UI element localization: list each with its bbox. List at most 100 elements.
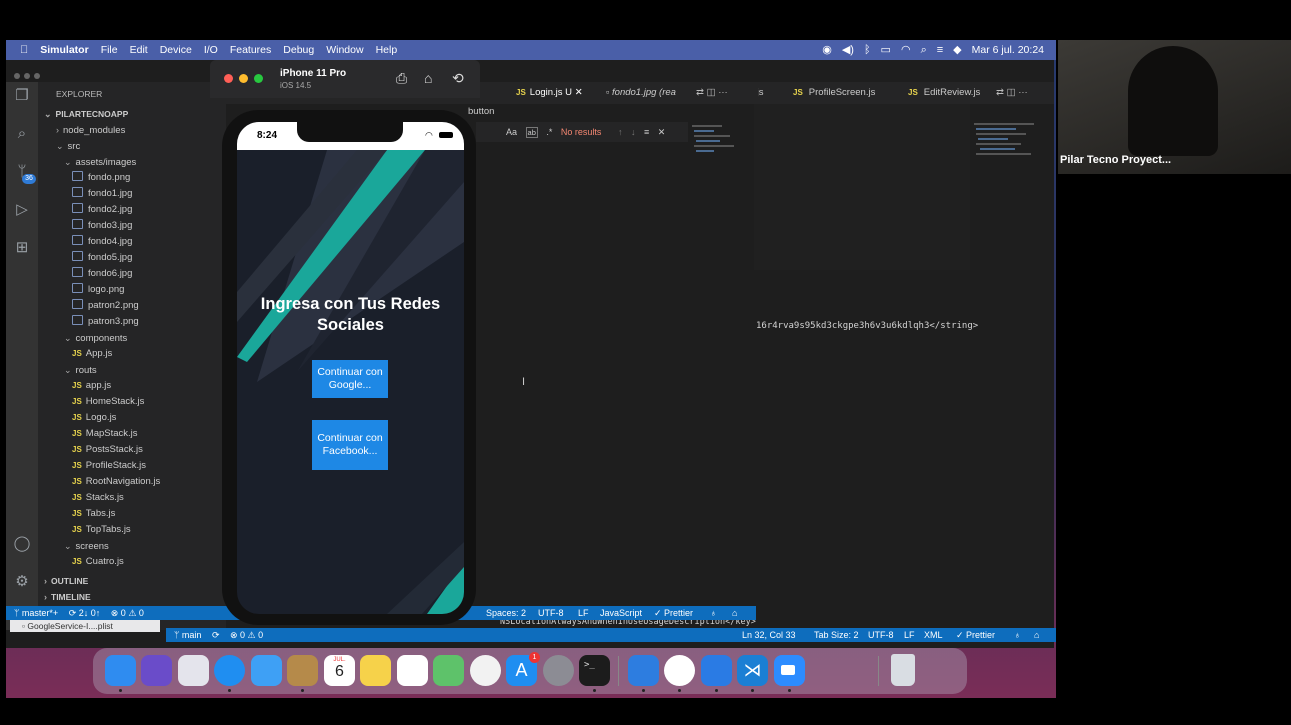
minimize-window-button[interactable]	[239, 74, 248, 83]
maps-icon[interactable]	[433, 655, 464, 686]
notes-icon[interactable]	[360, 655, 391, 686]
tab-profilescreen[interactable]: JS ProfileScreen.js	[793, 82, 875, 104]
zoom-window-button[interactable]	[254, 74, 263, 83]
simulator-icon[interactable]	[701, 655, 732, 686]
safari-icon[interactable]	[214, 655, 245, 686]
menu-item-help[interactable]: Help	[376, 44, 398, 56]
explorer-item[interactable]: JS PostsStack.js	[72, 442, 143, 458]
cursor-position[interactable]: Ln 32, Col 33	[742, 628, 796, 642]
screenshot-icon[interactable]: ⎙	[396, 70, 407, 87]
search-icon[interactable]: ⌕	[12, 124, 32, 144]
problems-status-back[interactable]: ⊗ 0 ⚠ 0	[230, 630, 263, 640]
menu-app-name[interactable]: Simulator	[40, 44, 88, 56]
prettier-status-back[interactable]: ✓ Prettier	[956, 628, 995, 642]
front-editor-area[interactable]	[482, 144, 688, 604]
menu-item-debug[interactable]: Debug	[283, 44, 314, 56]
explorer-item[interactable]: JS TopTabs.js	[72, 522, 131, 538]
explorer-item[interactable]: JS app.js	[72, 378, 111, 394]
explorer-item[interactable]: JS App.js	[72, 346, 112, 362]
menu-item-device[interactable]: Device	[160, 44, 192, 56]
chrome-icon[interactable]	[664, 655, 695, 686]
facebook-login-button[interactable]: Continuar con Facebook...	[312, 420, 388, 470]
spotlight-search-icon[interactable]: ⌕	[921, 44, 927, 56]
trash-icon[interactable]	[891, 654, 915, 686]
explorer-item[interactable]: ⌄ screens	[64, 538, 109, 554]
google-login-button[interactable]: Continuar con Google...	[312, 360, 388, 398]
eol-status[interactable]: LF	[578, 606, 589, 620]
minimap[interactable]	[970, 120, 1054, 280]
run-debug-icon[interactable]: ▷	[12, 200, 32, 220]
volume-icon[interactable]: ◀)	[842, 44, 854, 56]
tab-login[interactable]: JS Login.js U ✕	[516, 82, 583, 104]
front-minimap[interactable]	[690, 122, 750, 238]
breadcrumb[interactable]: button	[468, 106, 494, 117]
explorer-item[interactable]: JS Logo.js	[72, 410, 116, 426]
explorer-item[interactable]: JS RootNavigation.js	[72, 474, 160, 490]
explorer-item[interactable]: ⌄ src	[56, 138, 80, 154]
wifi-icon[interactable]: ◠	[901, 44, 911, 56]
close-icon[interactable]: ✕	[575, 87, 583, 98]
bell-icon[interactable]: ⌂	[1034, 628, 1039, 642]
terminal-icon[interactable]: >_	[579, 655, 610, 686]
menu-clock[interactable]: Mar 6 jul. 20:24	[972, 44, 1044, 56]
find-in-selection-icon[interactable]: ≡	[644, 127, 649, 137]
photos-icon[interactable]	[470, 655, 501, 686]
close-find-icon[interactable]: ✕	[658, 127, 666, 137]
apple-icon[interactable]: 	[20, 44, 28, 56]
explorer-item[interactable]: patron3.png	[72, 314, 139, 330]
home-icon[interactable]: ⌂	[424, 70, 432, 86]
regex-toggle[interactable]: .*	[546, 127, 552, 137]
explorer-item[interactable]: JS Cuatro.js	[72, 554, 124, 570]
eol-status-back[interactable]: LF	[904, 628, 915, 642]
explorer-item[interactable]: fondo.png	[72, 170, 130, 186]
prettier-status[interactable]: ✓ Prettier	[654, 606, 693, 620]
siri-icon[interactable]	[141, 655, 172, 686]
vscode-icon[interactable]: ⋊	[737, 655, 768, 686]
encoding-status[interactable]: UTF-8	[538, 606, 564, 620]
settings-gear-icon[interactable]: ⚙	[12, 572, 32, 592]
reminders-icon[interactable]	[397, 655, 428, 686]
menu-item-window[interactable]: Window	[326, 44, 363, 56]
explorer-item[interactable]: JS HomeStack.js	[72, 394, 144, 410]
find-widget[interactable]: Aa ab .* No results ↑ ↓ ≡ ✕	[476, 122, 688, 142]
tab-fondo1[interactable]: ▫ fondo1.jpg (rea	[606, 82, 676, 104]
mail-icon[interactable]	[251, 655, 282, 686]
branch-status-back[interactable]: ᛘ main	[174, 630, 201, 640]
launchpad-icon[interactable]	[178, 655, 209, 686]
explorer-item[interactable]: logo.png	[72, 282, 124, 298]
app-store-icon[interactable]: 1A	[506, 652, 540, 686]
contacts-icon[interactable]	[287, 655, 318, 686]
explorer-item[interactable]: JS Tabs.js	[72, 506, 115, 522]
feedback-icon-back[interactable]: ♁	[1014, 628, 1021, 642]
explorer-item[interactable]: JS Stacks.js	[72, 490, 124, 506]
language-status[interactable]: JavaScript	[600, 606, 642, 620]
zoom-icon[interactable]	[774, 655, 805, 686]
explorer-item[interactable]: › node_modules	[56, 122, 125, 138]
split-editor-icon[interactable]: ◫	[707, 87, 716, 98]
feedback-icon[interactable]: ♁	[710, 606, 717, 620]
explorer-item[interactable]: fondo3.jpg	[72, 218, 132, 234]
match-case-toggle[interactable]: Aa	[506, 127, 517, 137]
explorer-item[interactable]: ⌄ components	[64, 330, 127, 346]
iphone-screen[interactable]: 8:24 ◠ Ingresa con Tus Redes Sociales Co…	[237, 122, 464, 614]
more-icon[interactable]: ···	[1018, 87, 1028, 98]
explorer-item[interactable]: JS MapStack.js	[72, 426, 138, 442]
explorer-item[interactable]: fondo2.jpg	[72, 202, 132, 218]
next-match-icon[interactable]: ↓	[631, 127, 636, 137]
explorer-item[interactable]: JS ProfileStack.js	[72, 458, 146, 474]
sync-status[interactable]: ⟳ 2↓ 0↑	[69, 608, 101, 618]
file-list-item[interactable]: ▫ GoogleService-I....plist	[10, 620, 160, 632]
explorer-icon[interactable]: ❐	[12, 86, 32, 106]
timeline-section[interactable]: › TIMELINE	[44, 589, 91, 605]
explorer-item[interactable]: fondo6.jpg	[72, 266, 132, 282]
compare-icon[interactable]: ⇄	[696, 87, 704, 98]
control-center-icon[interactable]: ≡	[937, 44, 943, 56]
split-editor-icon[interactable]: ◫	[1007, 87, 1016, 98]
problems-status[interactable]: ⊗ 0 ⚠ 0	[111, 608, 144, 618]
system-preferences-icon[interactable]	[543, 655, 574, 686]
previous-match-icon[interactable]: ↑	[618, 127, 623, 137]
explorer-item[interactable]: patron2.png	[72, 298, 139, 314]
menu-item-edit[interactable]: Edit	[130, 44, 148, 56]
account-icon[interactable]: ◯	[12, 534, 32, 554]
notifications-icon[interactable]: ⌂	[732, 606, 737, 620]
